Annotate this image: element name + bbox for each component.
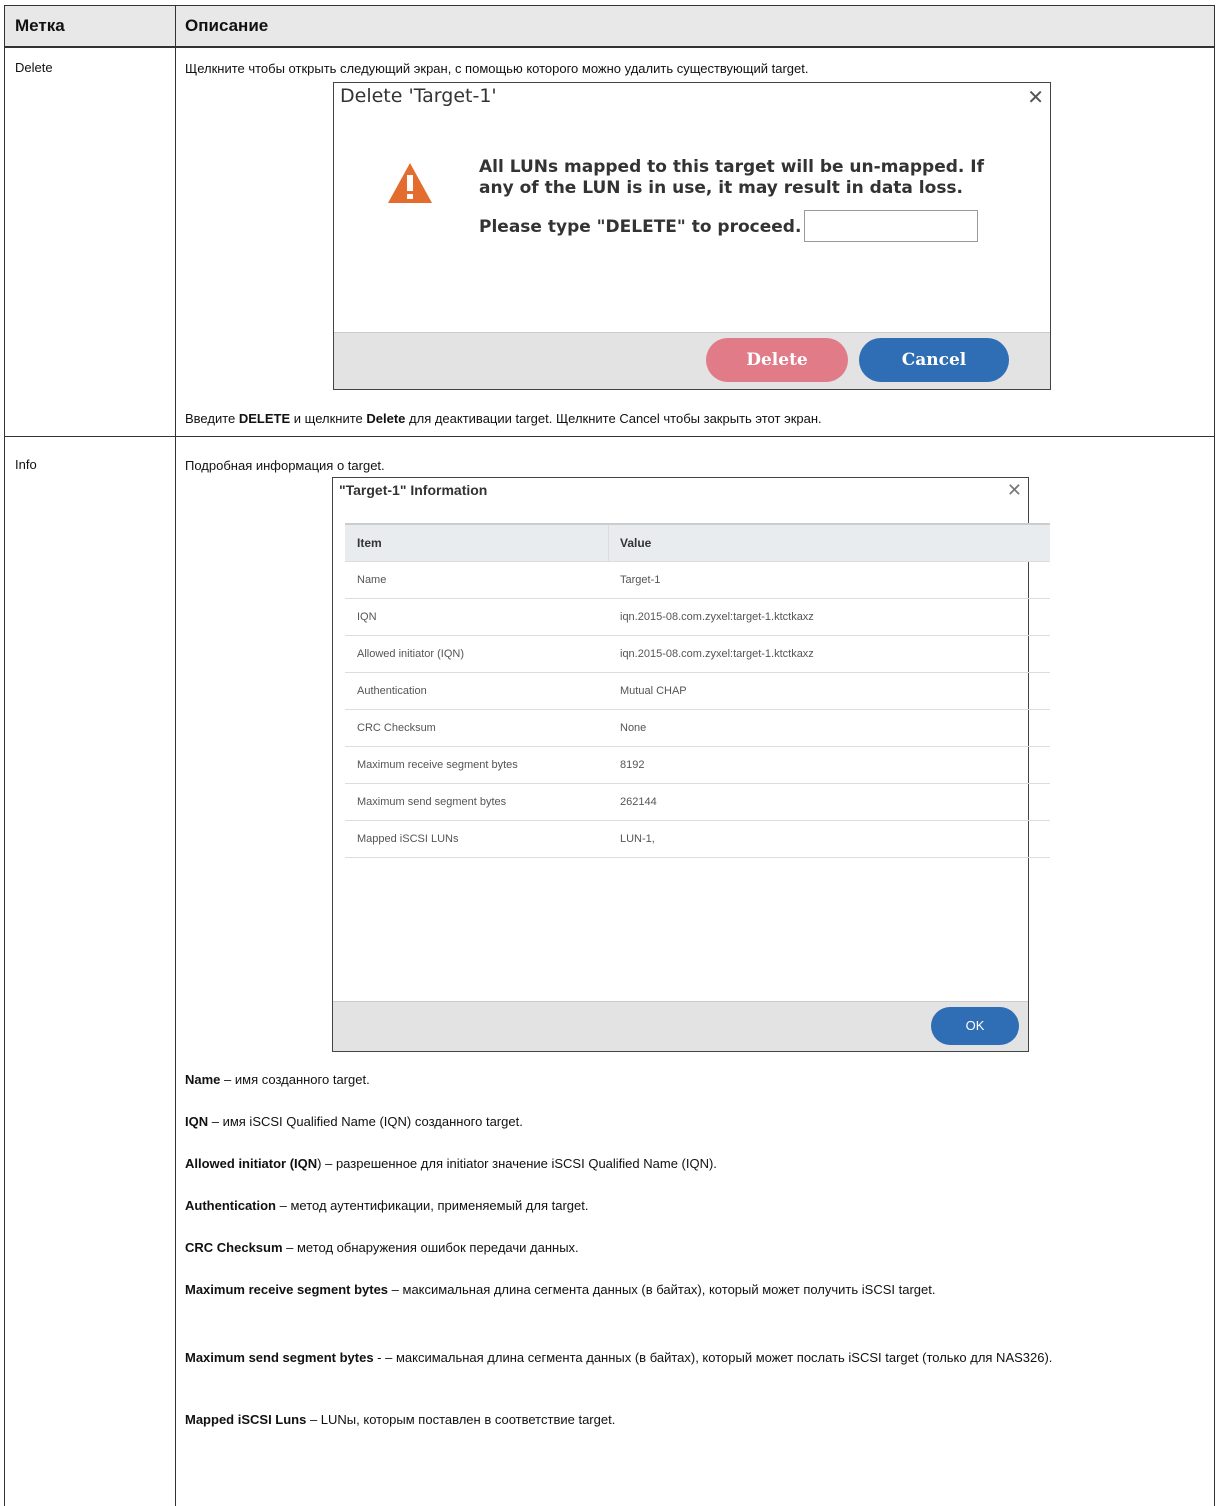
table-row: CRC Checksum None [345,710,1050,747]
desc-max-receive: Maximum receive segment bytes – максимал… [185,1282,936,1297]
table-row: Allowed initiator (IQN) iqn.2015-08.com.… [345,636,1050,673]
table-header: Метка Описание [5,6,1214,47]
table-row: Maximum send segment bytes 262144 [345,784,1050,821]
value-cell: Mutual CHAP [620,685,687,697]
desc-name: Name – имя созданного target. [185,1072,370,1087]
delete-confirm-input[interactable] [804,210,978,242]
info-table: Item Value Name Target-1 IQN iqn.2015-08… [345,523,1050,858]
delete-button[interactable]: Delete [706,338,848,382]
header-label-column: Метка [15,16,65,35]
item-cell: Authentication [357,685,427,697]
value-cell: 8192 [620,759,645,771]
value-cell: iqn.2015-08.com.zyxel:target-1.ktctkaxz [620,611,814,623]
desc-mapped-luns: Mapped iSCSI Luns – LUNы, которым постав… [185,1412,616,1427]
close-icon[interactable]: ✕ [1007,480,1022,501]
item-cell: Maximum send segment bytes [357,796,507,808]
row-label-delete: Delete [15,60,53,75]
column-header-item: Item [357,536,382,550]
table-row: Mapped iSCSI LUNs LUN-1, [345,821,1050,858]
value-cell: LUN-1, [620,833,655,845]
item-cell: Maximum receive segment bytes [357,759,518,771]
warning-icon [388,163,432,203]
table-row: Maximum receive segment bytes 8192 [345,747,1050,784]
close-icon[interactable]: ✕ [1027,85,1044,110]
item-cell: CRC Checksum [357,722,436,734]
item-cell: Allowed initiator (IQN) [357,648,464,660]
info-dialog-title: "Target-1" Information [339,482,488,498]
value-cell: Target-1 [620,574,661,586]
row-divider [5,47,1214,48]
delete-confirm-prompt: Please type "DELETE" to proceed. [479,217,802,237]
table-row: IQN iqn.2015-08.com.zyxel:target-1.ktctk… [345,599,1050,636]
row-label-info: Info [15,457,37,472]
info-intro-text: Подробная информация о target. [185,458,385,473]
table-row: Authentication Mutual CHAP [345,673,1050,710]
value-cell: iqn.2015-08.com.zyxel:target-1.ktctkaxz [620,648,814,660]
desc-crc-checksum: CRC Checksum – метод обнаружения ошибок … [185,1240,579,1255]
desc-iqn: IQN – имя iSCSI Qualified Name (IQN) соз… [185,1114,523,1129]
info-table-header: Item Value [345,523,1050,562]
info-dialog-footer: OK [333,1001,1028,1051]
column-header-value: Value [620,536,652,550]
cancel-button[interactable]: Cancel [859,338,1009,382]
delete-warning-message: All LUNs mapped to this target will be u… [479,157,985,198]
column-separator [608,525,609,561]
row-divider [5,436,1214,437]
desc-max-send: Maximum send segment bytes - – максималь… [185,1350,1053,1365]
table-row: Name Target-1 [345,562,1050,599]
value-cell: 262144 [620,796,657,808]
item-cell: Mapped iSCSI LUNs [357,833,459,845]
delete-dialog-footer: Delete Cancel [334,332,1050,389]
delete-dialog-title: Delete 'Target-1' [340,85,497,107]
desc-allowed-initiator: Allowed initiator (IQN) – разрешенное дл… [185,1156,717,1171]
target-information-dialog: "Target-1" Information ✕ Item Value Name… [332,477,1050,1052]
delete-intro-text: Щелкните чтобы открыть следующий экран, … [185,61,809,76]
delete-target-dialog: Delete 'Target-1' ✕ All LUNs mapped to t… [333,82,1051,390]
item-cell: Name [357,574,387,586]
header-description-column: Описание [185,16,269,35]
item-cell: IQN [357,611,377,623]
value-cell: None [620,722,647,734]
column-divider [175,6,176,1506]
delete-footer-text: Введите DELETE и щелкните Delete для деа… [185,411,822,426]
desc-authentication: Authentication – метод аутентификации, п… [185,1198,589,1213]
ok-button[interactable]: OK [931,1007,1019,1045]
